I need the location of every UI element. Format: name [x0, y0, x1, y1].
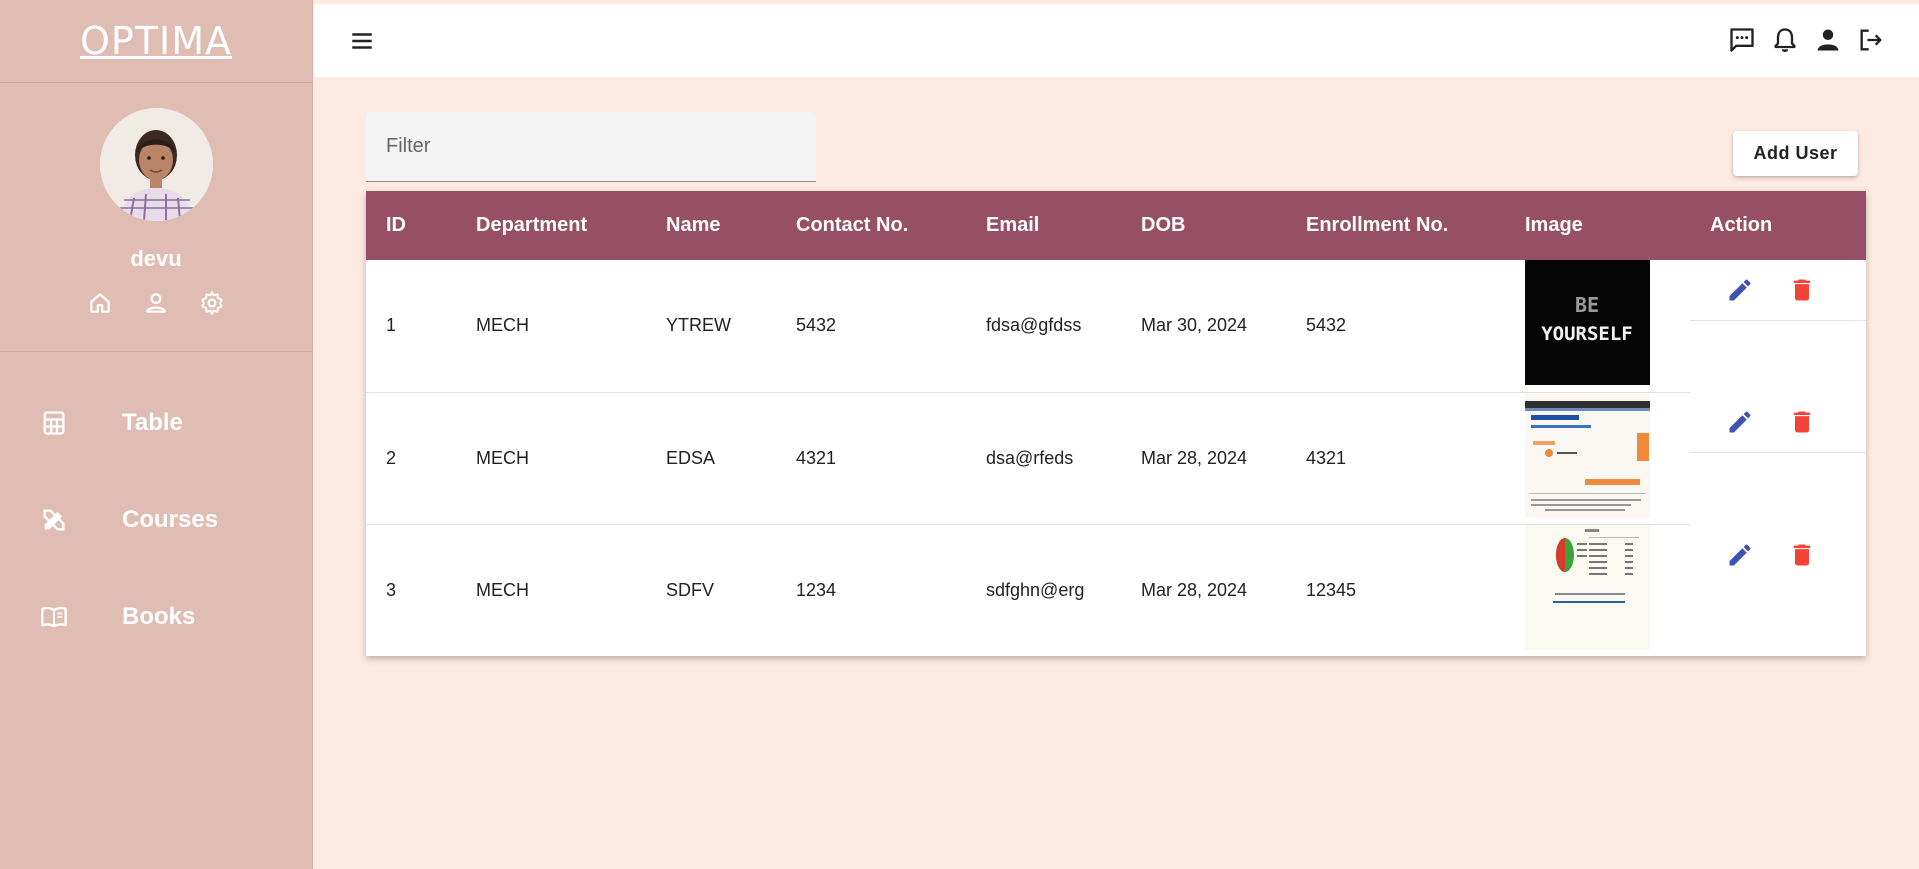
edit-icon[interactable]	[1726, 408, 1754, 436]
cell-action	[1690, 260, 1866, 392]
sidebar-item-courses[interactable]: Courses	[0, 471, 312, 568]
edit-icon[interactable]	[1726, 276, 1754, 304]
row-actions	[1690, 392, 1866, 453]
column-header-email[interactable]: Email	[966, 191, 1121, 260]
cell-email: fdsa@gfdss	[966, 260, 1121, 393]
profile-username: devu	[130, 246, 182, 271]
user-image-thumbnail	[1525, 524, 1650, 650]
column-header-enrollment[interactable]: Enrollment No.	[1286, 191, 1505, 260]
sidebar-nav: Table Courses Books	[0, 374, 312, 665]
cell-contact: 1234	[796, 579, 837, 600]
cell-image	[1505, 392, 1690, 525]
profile-panel: devu	[0, 83, 312, 352]
cell-dob: Mar 30, 2024	[1121, 260, 1286, 393]
bell-icon[interactable]	[1771, 26, 1799, 54]
cell-contact: 4321	[776, 392, 966, 525]
sidebar-item-books[interactable]: Books	[0, 568, 312, 665]
delete-icon[interactable]	[1788, 408, 1816, 436]
cell-name: SDFV	[666, 579, 715, 600]
column-header-image: Image	[1525, 214, 1583, 236]
table-header-row: ID Department Name Contact No. Email DOB…	[366, 191, 1866, 260]
cell-name: EDSA	[646, 392, 776, 525]
sidebar-item-label: Books	[122, 602, 196, 630]
user-icon[interactable]	[1814, 26, 1842, 54]
menu-icon[interactable]	[349, 28, 375, 54]
book-icon	[40, 603, 68, 631]
cell-action	[1690, 392, 1866, 524]
cell-enrollment: 5432	[1286, 260, 1505, 393]
column-header-name[interactable]: Name	[646, 191, 776, 260]
edit-icon[interactable]	[1726, 541, 1754, 569]
brand-logo-text[interactable]: OPTIMA	[80, 19, 232, 63]
user-image-thumbnail	[1525, 392, 1650, 518]
table-row: 3 MECH SDFV 1234 sdfghn@erg Mar 28, 2024…	[366, 524, 1866, 656]
calculator-icon	[40, 409, 68, 437]
column-header-dob[interactable]: DOB	[1121, 191, 1286, 260]
cell-contact: 5432	[776, 260, 966, 393]
table-row: 1 MECH YTREW 5432 fdsa@gfdss Mar 30, 202…	[366, 260, 1866, 393]
sidebar: OPTIMA devu Table Courses Books	[0, 0, 313, 869]
column-header-contact[interactable]: Contact No.	[776, 191, 966, 260]
add-user-button[interactable]: Add User	[1733, 131, 1858, 176]
cell-dob: Mar 28, 2024	[1141, 579, 1248, 600]
delete-icon[interactable]	[1788, 541, 1816, 569]
gear-icon[interactable]	[199, 290, 225, 316]
thumbnail-text-line-1: BE	[1575, 293, 1599, 317]
cell-dob: Mar 28, 2024	[1121, 392, 1286, 525]
cell-email: dsa@rfeds	[966, 392, 1121, 525]
sidebar-item-label: Courses	[122, 505, 219, 533]
top-bar	[314, 4, 1919, 77]
cell-id: 1	[366, 260, 456, 393]
home-icon[interactable]	[87, 290, 113, 316]
cell-image	[1505, 524, 1690, 656]
cell-action	[1690, 524, 1866, 656]
thumbnail-text-line-2: YOURSELF	[1541, 323, 1633, 345]
column-header-department[interactable]: Department	[456, 191, 646, 260]
design-tools-icon	[40, 506, 68, 534]
cell-department: MECH	[456, 392, 646, 525]
row-actions	[1690, 260, 1866, 321]
profile-quick-links	[87, 290, 225, 316]
cell-name: YTREW	[646, 260, 776, 393]
cell-id: 3	[386, 579, 397, 600]
sidebar-item-table[interactable]: Table	[0, 374, 312, 471]
cell-image: BE YOURSELF	[1505, 260, 1690, 393]
filter-input[interactable]	[366, 112, 816, 181]
table-row: 2 MECH EDSA 4321 dsa@rfeds Mar 28, 2024 …	[366, 392, 1866, 525]
cell-enrollment: 4321	[1286, 392, 1505, 525]
brand: OPTIMA	[0, 0, 312, 83]
filter-field	[366, 112, 816, 182]
cell-department: MECH	[476, 579, 529, 600]
row-actions	[1690, 524, 1866, 585]
column-header-action: Action	[1710, 214, 1773, 236]
column-header-id[interactable]: ID	[366, 191, 456, 260]
cell-enrollment: 12345	[1306, 579, 1357, 600]
top-actions	[1728, 26, 1885, 54]
cell-id: 2	[366, 392, 456, 525]
cell-email: sdfghn@erg	[986, 579, 1085, 600]
delete-icon[interactable]	[1788, 276, 1816, 304]
person-icon[interactable]	[143, 290, 169, 316]
user-image-thumbnail: BE YOURSELF	[1525, 260, 1650, 385]
logout-icon[interactable]	[1857, 26, 1885, 54]
avatar	[99, 108, 213, 221]
cell-department: MECH	[456, 260, 646, 393]
users-table: ID Department Name Contact No. Email DOB…	[366, 191, 1866, 656]
chat-icon[interactable]	[1728, 26, 1756, 54]
sidebar-item-label: Table	[122, 408, 183, 436]
